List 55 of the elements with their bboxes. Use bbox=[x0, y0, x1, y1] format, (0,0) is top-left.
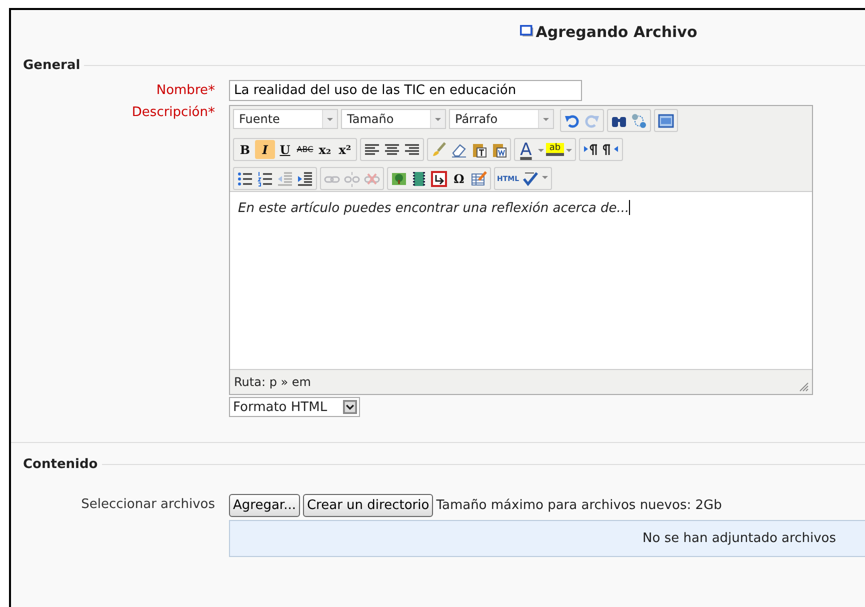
window-icon bbox=[518, 25, 535, 39]
resize-grip-icon bbox=[799, 382, 809, 392]
field-label: Descripción bbox=[132, 105, 208, 120]
dropdown-arrow-icon bbox=[541, 173, 549, 181]
section-heading: Contenido bbox=[23, 457, 99, 472]
paste-text-icon[interactable] bbox=[471, 142, 487, 158]
dropdown[interactable]: Fuente bbox=[233, 109, 338, 129]
max-size-note: Tamaño máximo para archivos nuevos: 2Gb bbox=[436, 497, 722, 513]
dropdown-arrow-icon bbox=[326, 115, 334, 123]
section-heading: General bbox=[23, 58, 82, 73]
name-field[interactable]: La realidad del uso de las TIC en educación bbox=[229, 80, 582, 101]
window-icon[interactable] bbox=[658, 112, 674, 128]
align-left-icon[interactable] bbox=[364, 142, 380, 158]
field-label: Nombre bbox=[156, 83, 208, 98]
empty-files-message: No se han adjuntado archivos bbox=[642, 531, 836, 546]
line-break-icon[interactable] bbox=[431, 170, 447, 186]
spellcheck-icon[interactable] bbox=[522, 170, 538, 186]
format-button[interactable]: Ω bbox=[449, 169, 469, 188]
dropdown-arrow-icon bbox=[343, 400, 357, 414]
align-center-icon[interactable] bbox=[384, 142, 400, 158]
format-button[interactable]: B bbox=[235, 140, 255, 159]
text-color-button[interactable]: A bbox=[516, 140, 536, 158]
undo-icon[interactable] bbox=[564, 112, 580, 128]
format-button[interactable]: x² bbox=[335, 140, 355, 159]
dropdown-arrow-icon bbox=[542, 115, 550, 123]
dropdown[interactable]: Párrafo bbox=[449, 109, 554, 129]
paragraph-left-icon[interactable] bbox=[603, 142, 619, 158]
numbered-list-icon[interactable] bbox=[257, 170, 273, 186]
format-button[interactable]: ABC bbox=[295, 140, 315, 159]
brush-icon[interactable] bbox=[431, 142, 447, 158]
paragraph-right-icon[interactable] bbox=[583, 142, 599, 158]
dropdown[interactable]: Tamaño bbox=[341, 109, 446, 129]
film-icon[interactable] bbox=[411, 170, 427, 186]
format-select[interactable]: Formato HTML bbox=[229, 397, 360, 417]
highlight-color-button[interactable]: ab bbox=[546, 143, 564, 156]
image-icon[interactable] bbox=[391, 170, 407, 186]
indent-icon[interactable] bbox=[297, 170, 313, 186]
required-mark: * bbox=[208, 105, 215, 121]
paste-word-icon[interactable] bbox=[491, 142, 507, 158]
text-cursor bbox=[629, 200, 630, 215]
table-edit-icon[interactable] bbox=[471, 170, 487, 186]
button[interactable]: Agregar... bbox=[229, 494, 300, 517]
editor-text: En este artículo puedes encontrar una reflexión acerca de... bbox=[238, 201, 630, 216]
format-button[interactable]: I bbox=[255, 140, 275, 159]
format-button[interactable]: U bbox=[275, 140, 295, 159]
field-label: Seleccionar archivos bbox=[81, 497, 215, 512]
eraser-icon[interactable] bbox=[451, 142, 467, 158]
dropdown-arrow-icon bbox=[434, 115, 442, 123]
required-mark: * bbox=[208, 83, 215, 99]
align-right-icon[interactable] bbox=[404, 142, 420, 158]
element-path: Ruta: p » em bbox=[234, 375, 311, 389]
bullet-list-icon[interactable] bbox=[237, 170, 253, 186]
page-title: Agregando Archivo bbox=[536, 23, 698, 41]
format-button[interactable]: x₂ bbox=[315, 140, 335, 159]
button[interactable]: Crear un directorio bbox=[302, 494, 434, 517]
